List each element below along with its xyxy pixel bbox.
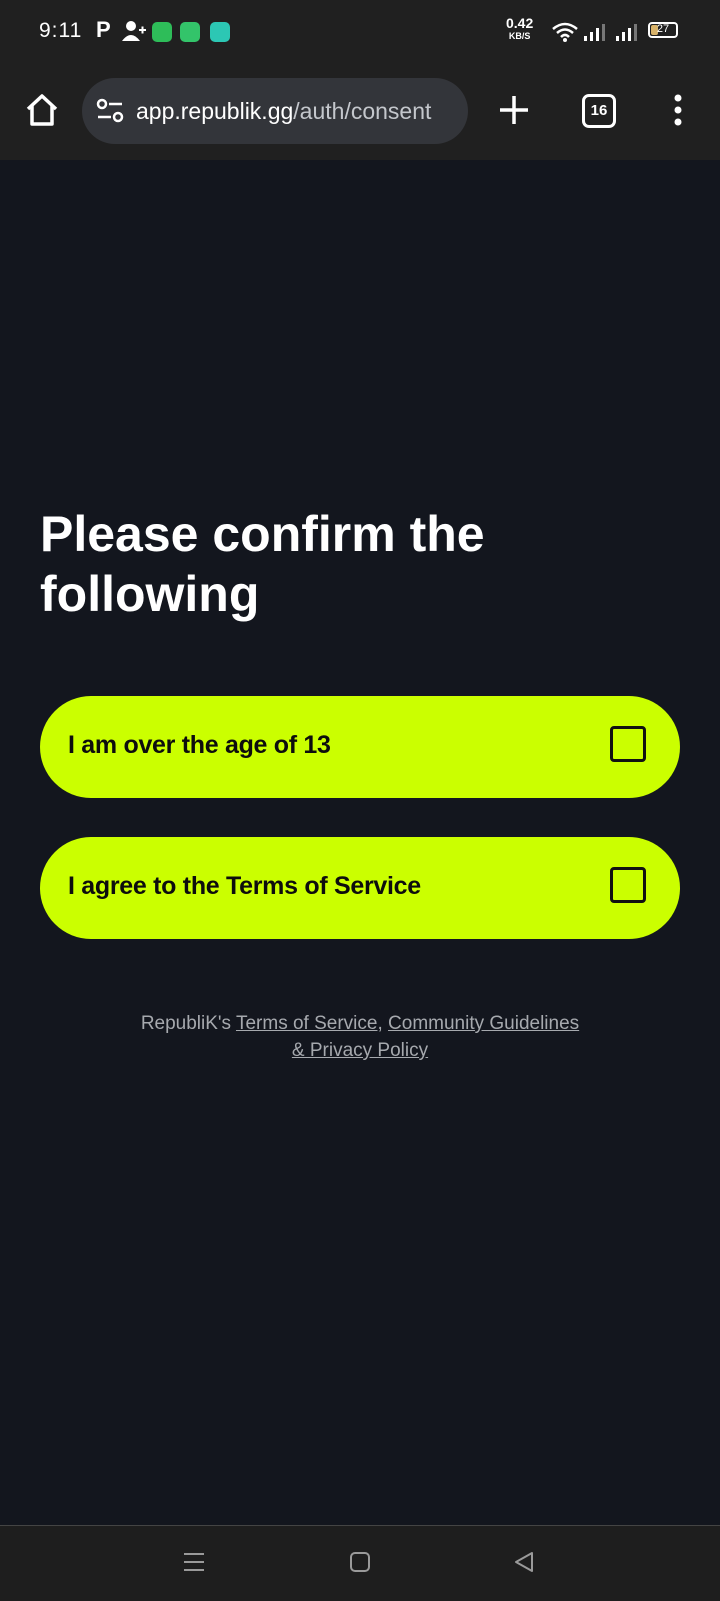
wifi-icon [552,22,578,42]
status-bar: 9:11 P 0.42 KB/S 27 [0,0,720,62]
terms-consent-label: I agree to the Terms of Service [68,872,421,900]
network-speed-unit: KB/S [508,31,531,41]
age-consent-option[interactable]: I am over the age of 13 [40,696,680,798]
recent-apps-icon[interactable] [182,1550,206,1574]
back-icon[interactable] [512,1550,536,1574]
address-bar[interactable]: app.republik.gg/auth/consent [82,78,468,144]
consent-page: Please confirm the following I am over t… [0,160,720,1525]
legal-links: RepubliK's Terms of Service, Community G… [0,1010,720,1064]
url-text[interactable]: app.republik.gg/auth/consent [136,98,431,125]
age-consent-checkbox[interactable] [610,726,646,762]
url-path: /auth/consent [293,98,432,124]
age-consent-label: I am over the age of 13 [68,731,331,759]
browser-toolbar: app.republik.gg/auth/consent 16 [0,62,720,162]
tab-switcher-button[interactable]: 16 [582,94,616,128]
chat-icon [210,22,230,42]
network-speed: 0.42 KB/S [506,15,534,42]
privacy-policy-link[interactable]: & Privacy Policy [292,1040,428,1061]
status-time: 9:11 [39,19,83,42]
home-icon[interactable] [22,90,62,130]
terms-consent-option[interactable]: I agree to the Terms of Service [40,837,680,939]
signal-icon [616,24,637,41]
system-navigation-bar [0,1525,720,1601]
p-notification-icon: P [96,17,111,42]
legal-separator: , [377,1013,389,1034]
terms-consent-checkbox[interactable] [610,867,646,903]
legal-prefix: RepubliK's [140,1013,236,1034]
page-title: Please confirm the following [40,506,485,622]
home-nav-icon[interactable] [349,1550,371,1574]
site-settings-icon[interactable] [96,98,124,124]
app-icon-green [152,22,172,42]
messages-icon [180,22,200,42]
signal-icon [584,24,605,41]
network-speed-value: 0.42 [506,15,534,31]
add-user-icon [122,21,146,41]
new-tab-icon[interactable] [496,92,532,128]
url-host: app.republik.gg [136,98,294,124]
terms-of-service-link[interactable]: Terms of Service [236,1013,377,1034]
battery-icon: 27 [648,22,678,38]
battery-level: 27 [656,23,670,35]
community-guidelines-link[interactable]: Community Guidelines [388,1013,579,1034]
more-menu-icon[interactable] [670,92,686,128]
